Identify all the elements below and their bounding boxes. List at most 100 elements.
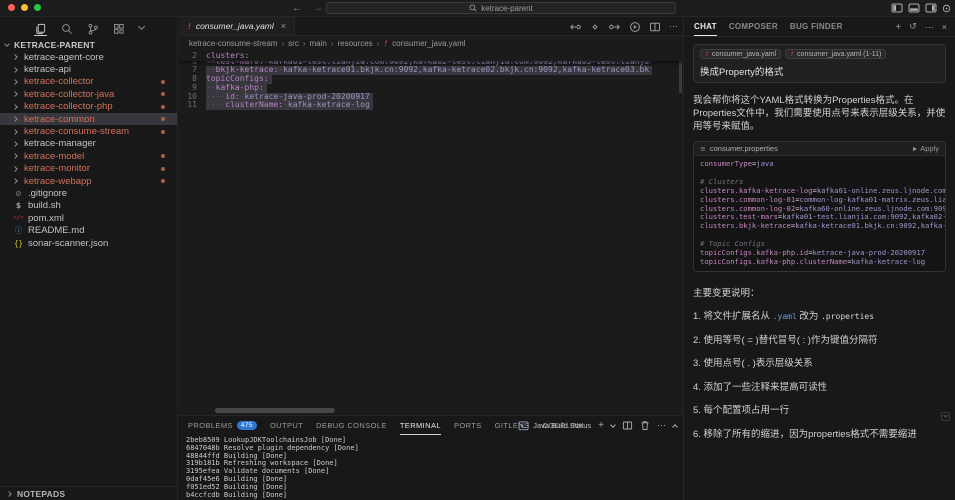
change-text: 5. 每个配置项占用一行 (693, 405, 790, 417)
panel-tab-ports[interactable]: PORTS (454, 416, 482, 435)
explorer-icon[interactable] (33, 21, 47, 36)
tree-item-ketrace-manager[interactable]: ketrace-manager (0, 138, 177, 150)
toggle-primary-sidebar-icon[interactable] (891, 3, 903, 13)
panel-more-icon[interactable]: ⋯ (657, 420, 666, 431)
chat-header-actions: + ↺ ⋯ × (895, 17, 947, 37)
kill-terminal-icon[interactable] (640, 420, 650, 431)
indent-dots: ·· (206, 65, 216, 75)
line-number: 11 (187, 100, 197, 110)
tree-item-ketrace-agent-core[interactable]: ketrace-agent-core (0, 51, 177, 63)
zoom-window-icon[interactable] (34, 4, 41, 11)
properties-key: topicConfigs.kafka-php.clusterName (700, 256, 848, 266)
terminal-dropdown-icon[interactable] (610, 421, 616, 428)
run-file-icon[interactable] (629, 21, 641, 33)
change-marker-icon[interactable] (589, 21, 601, 33)
context-chip[interactable]: ! consumer_java.yaml (1-11) (785, 49, 887, 59)
tree-item-ketrace-api[interactable]: ketrace-api (0, 63, 177, 75)
change-text: 6. 移除了所有的缩进，因为properties格式不需要缩进 (693, 428, 917, 440)
tree-item-readme-md[interactable]: ⓘ README.md (0, 224, 177, 236)
command-center-search[interactable]: ketrace-parent (326, 2, 676, 14)
tree-item-ketrace-consume-stream[interactable]: ketrace-consume-stream (0, 125, 177, 137)
chat-tab-chat[interactable]: CHAT (694, 17, 717, 36)
yaml-value: kafka-ketrace-log (287, 100, 370, 110)
tree-item-sonar-scanner-json[interactable]: {} sonar-scanner.json (0, 237, 177, 249)
tree-item-ketrace-collector[interactable]: ketrace-collector (0, 76, 177, 88)
breadcrumb-item[interactable]: resources (338, 39, 373, 48)
notepads-section[interactable]: NOTEPADS (0, 486, 177, 500)
minimize-window-icon[interactable] (21, 4, 28, 11)
tree-item--gitignore[interactable]: ⊘ .gitignore (0, 187, 177, 199)
close-window-icon[interactable] (8, 4, 15, 11)
tree-item-ketrace-common[interactable]: ketrace-common (0, 112, 177, 126)
toggle-panel-icon[interactable] (908, 3, 920, 13)
yaml-value: ketrace-java-prod-20200917 (244, 91, 370, 101)
chat-tab-composer[interactable]: COMPOSER (729, 17, 778, 36)
tree-item-label: ketrace-webapp (24, 175, 92, 187)
code-block-body[interactable]: consumerType=java​# Clustersclusters.kaf… (694, 156, 945, 271)
tree-item-ketrace-model[interactable]: ketrace-model (0, 150, 177, 162)
split-terminal-icon[interactable] (622, 420, 633, 431)
maximize-panel-icon[interactable] (672, 423, 678, 430)
chevron-right-icon (12, 116, 18, 122)
horizontal-scrollbar[interactable] (215, 408, 335, 413)
terminal-output[interactable]: 2beb8509 LookupJDKToolchainsJob [Done] 68… (179, 435, 683, 499)
split-editor-icon[interactable] (649, 21, 661, 33)
context-chip[interactable]: ! consumer_java.yaml (700, 49, 782, 59)
panel-tab-output[interactable]: OUTPUT (270, 416, 303, 435)
panel-tab-debug-console[interactable]: DEBUG CONSOLE (316, 416, 387, 435)
search-icon[interactable] (61, 21, 73, 35)
next-change-icon[interactable] (609, 21, 621, 33)
chat-history-icon[interactable]: ↺ (909, 22, 917, 32)
editor-line: 2 clusters: (179, 51, 683, 61)
history-back-icon[interactable]: ← (292, 3, 302, 14)
tree-item-label: pom.xml (28, 212, 64, 224)
tree-item-ketrace-collector-php[interactable]: ketrace-collector-php (0, 101, 177, 113)
terminal-profile[interactable]: Java Build Status (518, 420, 591, 431)
tab-consumer-java-yaml[interactable]: ! consumer_java.yaml × (179, 17, 296, 35)
panel-tab-label: DEBUG CONSOLE (316, 421, 387, 430)
breadcrumb-item[interactable]: consumer_java.yaml (392, 39, 465, 48)
panel-tab-problems[interactable]: PROBLEMS 475 (188, 416, 257, 435)
close-chat-icon[interactable]: × (942, 22, 947, 32)
tree-item-ketrace-monitor[interactable]: ketrace-monitor (0, 163, 177, 175)
file-tree: ketrace-agent-core ketrace-api ketrace-col… (0, 51, 177, 249)
chat-panel: CHAT COMPOSER BUG FINDER + ↺ ⋯ × ! consumer… (683, 17, 955, 500)
apply-button[interactable]: Apply (913, 144, 939, 153)
more-views-icon[interactable] (137, 22, 145, 32)
titlebar: ← → ketrace-parent (0, 0, 955, 17)
chevron-right-icon (12, 79, 18, 85)
breadcrumb-item[interactable]: ketrace-consume-stream (189, 39, 277, 48)
new-chat-icon[interactable]: + (895, 22, 901, 33)
more-actions-icon[interactable]: ⋯ (669, 21, 678, 32)
properties-value: kafka01-online.zeus.ljnode.com:9092, (816, 185, 945, 195)
chat-more-icon[interactable]: ⋯ (925, 22, 934, 33)
chat-tab-bug-finder[interactable]: BUG FINDER (790, 17, 843, 36)
tree-item-label: ketrace-consume-stream (24, 126, 130, 138)
history-forward-icon[interactable]: → (313, 3, 323, 14)
scroll-down-icon[interactable] (941, 412, 950, 421)
editor-line: 11 ····clusterName:·kafka-ketrace-log (179, 100, 683, 111)
shell-file-icon: $ (15, 201, 22, 211)
activity-bar (0, 17, 177, 39)
editor-code[interactable]: 2 clusters: 6 ··test-mars:·kafka01-test.lia… (179, 51, 683, 111)
change-item: 4. 添加了一些注释来提高可读性 (693, 379, 946, 393)
tree-item-ketrace-webapp[interactable]: ketrace-webapp (0, 175, 177, 187)
customize-layout-icon[interactable] (942, 4, 951, 13)
previous-change-icon[interactable] (569, 21, 581, 33)
tree-item-pom-xml[interactable]: </> pom.xml (0, 212, 177, 224)
panel-tab-label: PORTS (453, 421, 482, 430)
new-terminal-icon[interactable]: + (598, 420, 604, 431)
panel-tab-terminal[interactable]: TERMINAL (399, 416, 441, 435)
toggle-secondary-sidebar-icon[interactable] (925, 3, 937, 13)
close-tab-icon[interactable]: × (281, 21, 286, 31)
properties-value: kafka-ketrace-log (851, 256, 926, 266)
source-control-icon[interactable] (87, 21, 99, 35)
tree-item-build-sh[interactable]: $ build.sh (0, 200, 177, 212)
breadcrumb-item[interactable]: src (288, 39, 299, 48)
chevron-right-icon (12, 54, 18, 61)
tree-item-ketrace-collector-java[interactable]: ketrace-collector-java (0, 88, 177, 100)
change-item: 6. 移除了所有的缩进，因为properties格式不需要缩进 (693, 426, 946, 440)
breadcrumb-item[interactable]: main (310, 39, 327, 48)
extensions-icon[interactable] (113, 21, 125, 35)
explorer-root[interactable]: KETRACE-PARENT (0, 39, 177, 51)
